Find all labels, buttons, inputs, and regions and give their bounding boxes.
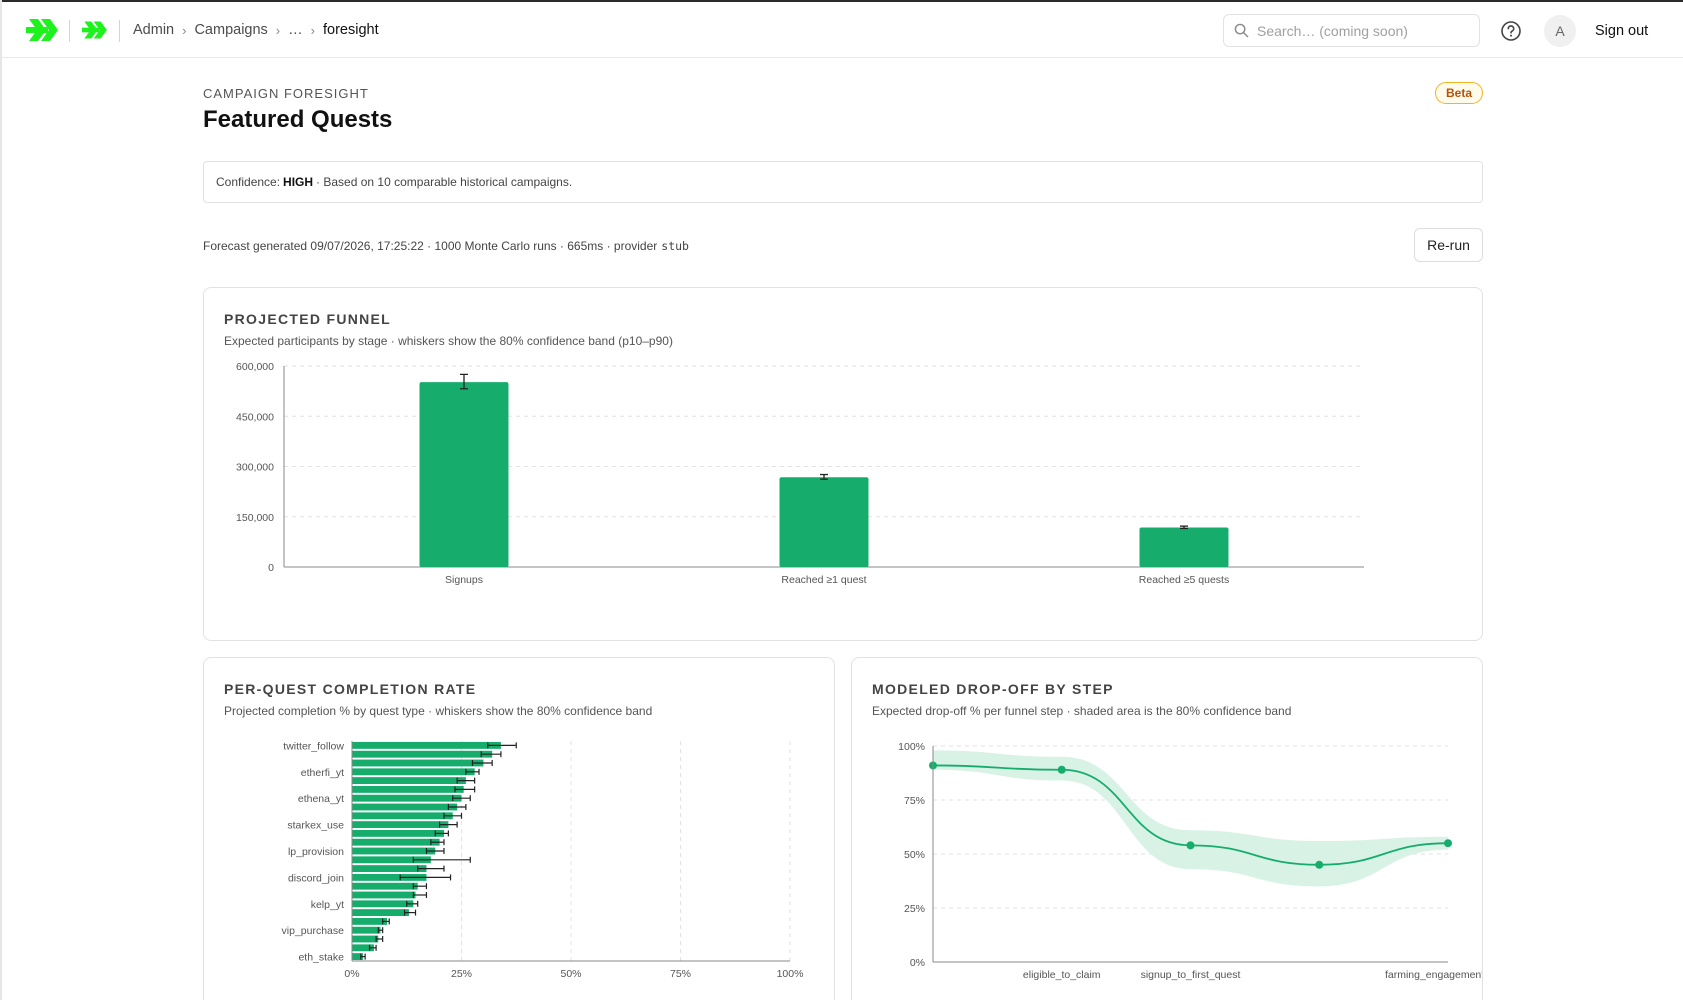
search-box[interactable]	[1223, 14, 1480, 47]
bar	[352, 794, 462, 802]
breadcrumb-current: foresight	[322, 22, 379, 38]
forecast-meta-text: Forecast generated 09/07/2026, 17:25:22 …	[203, 239, 658, 253]
breadcrumb: Admin › Campaigns › … › foresight	[133, 22, 379, 38]
page-title: Featured Quests	[203, 106, 393, 133]
y-tick-label: 150,000	[236, 512, 274, 524]
bar	[352, 829, 444, 837]
x-tick-label: 100%	[777, 968, 804, 980]
header-divider	[119, 20, 120, 42]
y-tick-label: 25%	[904, 903, 925, 915]
confidence-banner: Confidence: HIGH · Based on 10 comparabl…	[203, 161, 1483, 203]
y-tick-label: 50%	[904, 849, 925, 861]
x-tick-label: eligible_to_claim	[1023, 969, 1101, 981]
y-tick-label: lp_provision	[288, 846, 344, 858]
data-point	[1186, 841, 1195, 850]
bar	[352, 935, 379, 943]
projected-funnel-card: PROJECTED FUNNEL Expected participants b…	[203, 287, 1483, 641]
avatar[interactable]: A	[1544, 15, 1576, 47]
x-tick-label: farming_engagement_drop	[1385, 969, 1483, 981]
y-tick-label: eth_stake	[298, 952, 344, 964]
chevron-right-icon: ›	[182, 22, 187, 38]
confidence-note: · Based on 10 comparable historical camp…	[316, 175, 573, 189]
rerun-button[interactable]: Re-run	[1414, 228, 1483, 262]
data-point	[1057, 765, 1066, 774]
bar	[352, 750, 493, 758]
bar	[352, 777, 466, 785]
bar	[352, 909, 409, 917]
header-divider	[69, 20, 70, 42]
breadcrumb-ellipsis[interactable]: …	[288, 22, 303, 38]
y-tick-label: 0%	[910, 957, 925, 969]
bar	[419, 382, 509, 567]
provider-name: stub	[661, 239, 689, 253]
page-eyebrow: CAMPAIGN FORESIGHT	[203, 86, 369, 101]
bar	[779, 477, 869, 567]
bar	[352, 847, 436, 855]
bar	[1139, 527, 1229, 567]
bar	[352, 900, 414, 908]
dropoff-chart: 0% 25% 50% 75% 100% eligible_to_claim signup_t…	[898, 741, 1483, 981]
help-icon[interactable]	[1500, 20, 1522, 42]
y-tick-label: 300,000	[236, 462, 274, 474]
x-tick-label: Signups	[445, 574, 483, 586]
y-tick-label: kelp_yt	[311, 899, 344, 911]
data-point	[1315, 860, 1324, 869]
beta-badge: Beta	[1435, 82, 1484, 104]
x-tick-label: Reached ≥1 quest	[781, 574, 866, 586]
bar	[352, 812, 453, 820]
y-tick-label: 450,000	[236, 411, 274, 423]
y-tick-label: ethena_yt	[298, 793, 344, 805]
y-tick-label: 100%	[898, 741, 925, 753]
bar	[352, 882, 418, 890]
bar	[352, 768, 475, 776]
x-tick-label: 25%	[451, 968, 472, 980]
breadcrumb-admin[interactable]: Admin	[133, 22, 174, 38]
x-tick-label: Reached ≥5 quests	[1139, 574, 1229, 586]
search-input[interactable]	[1257, 22, 1467, 39]
y-tick-label: starkex_use	[287, 820, 344, 832]
y-tick-label: etherfi_yt	[301, 767, 344, 779]
breadcrumb-campaigns[interactable]: Campaigns	[194, 22, 267, 38]
dropoff-card: MODELED DROP-OFF BY STEP Expected drop-o…	[851, 657, 1483, 1000]
y-tick-label: 75%	[904, 795, 925, 807]
x-tick-label: 0%	[344, 968, 359, 980]
workspace-logo-icon[interactable]	[82, 19, 110, 41]
forecast-meta: Forecast generated 09/07/2026, 17:25:22 …	[203, 239, 689, 253]
window-left-border	[0, 0, 2, 1000]
bar	[352, 926, 381, 934]
y-tick-label: twitter_follow	[283, 740, 344, 752]
bar	[352, 803, 458, 811]
bar	[352, 917, 388, 925]
data-point	[1444, 839, 1452, 848]
bar	[352, 865, 427, 873]
bar	[352, 785, 464, 793]
bar	[352, 838, 440, 846]
top-nav: Admin › Campaigns › … › foresight A Sign…	[0, 2, 1683, 58]
confidence-value: HIGH	[283, 175, 314, 189]
x-tick-label: 75%	[670, 968, 691, 980]
bar	[352, 821, 449, 829]
sign-out-button[interactable]: Sign out	[1595, 23, 1648, 39]
bar	[352, 891, 416, 899]
y-tick-label: vip_purchase	[282, 925, 345, 937]
y-tick-label: 600,000	[236, 361, 274, 373]
funnel-chart: 0 150,000 300,000 450,000 600,000 Signups Reac…	[236, 361, 1364, 586]
chevron-right-icon: ›	[275, 22, 281, 38]
x-tick-label: signup_to_first_quest	[1141, 969, 1241, 981]
brand-logo-icon[interactable]	[26, 16, 62, 44]
y-tick-label: 0	[268, 562, 274, 574]
completion-rate-card: PER-QUEST COMPLETION RATE Projected comp…	[203, 657, 835, 1000]
bar	[352, 741, 501, 749]
confidence-label: Confidence:	[216, 175, 281, 189]
completion-chart: 0% 25% 50% 75% 100% twitter_follow etherfi_yte…	[282, 740, 804, 980]
y-tick-label: discord_join	[288, 872, 344, 884]
confidence-band	[933, 750, 1448, 887]
x-tick-label: 50%	[560, 968, 581, 980]
bar	[352, 759, 484, 767]
search-icon	[1234, 23, 1249, 38]
chevron-right-icon: ›	[310, 22, 315, 38]
